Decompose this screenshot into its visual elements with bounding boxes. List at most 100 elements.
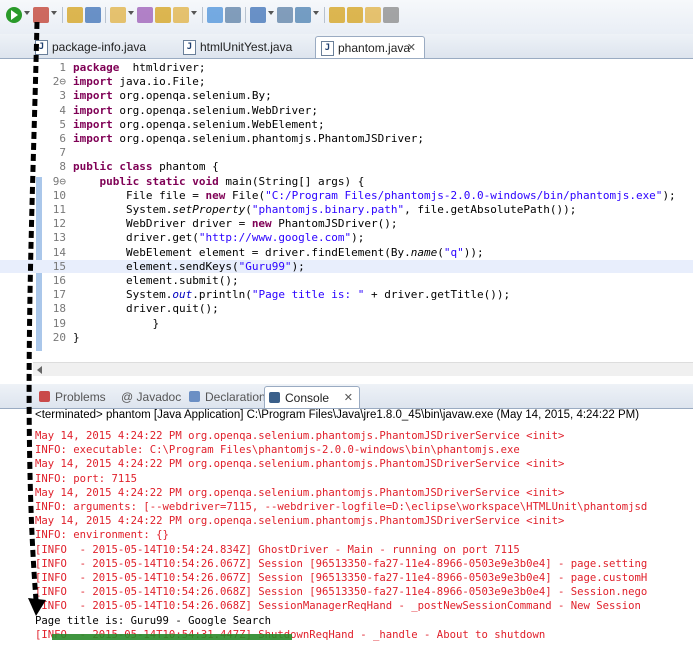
code-token: new (205, 188, 226, 202)
toolbar-separator (105, 7, 106, 23)
code-token: main(String[] args) { (218, 174, 365, 188)
line-number: 14 (52, 245, 66, 259)
java-file-icon: J (35, 40, 48, 55)
code-token: "C:/Program Files/phantomjs-2.0.0-window… (265, 188, 663, 202)
code-editor[interactable]: 1 package htmldriver; 2⊖ import java.io.Fil… (0, 59, 693, 376)
back-icon[interactable] (347, 7, 363, 23)
code-line: 11 System.setProperty("phantomjs.binary.… (0, 203, 693, 216)
code-line: 9⊖ public static void main(String[] args… (0, 175, 693, 188)
editor-tab-bar: Jpackage-info.java JhtmlUnitYest.java Jpha… (0, 34, 693, 59)
code-line: 14 WebElement element = driver.findEleme… (0, 246, 693, 259)
code-token: import (73, 132, 113, 145)
pilcrow-icon[interactable] (225, 7, 241, 23)
line-number: 15 (52, 259, 66, 273)
code-token: org.openqa.selenium.WebElement; (112, 117, 325, 131)
tab-package-info-java[interactable]: Jpackage-info.java (30, 36, 170, 58)
line-number: 5 (59, 117, 66, 131)
code-token: + driver.getTitle()); (364, 288, 511, 302)
code-token: "phantomjs.binary.path" (251, 203, 405, 216)
console-line: May 14, 2015 4:24:22 PM org.openqa.selen… (35, 515, 565, 528)
code-token: out (172, 288, 193, 302)
open-file-icon[interactable] (155, 7, 171, 23)
line-number: 6 (59, 132, 66, 145)
java-file-icon: J (183, 40, 196, 55)
annotation-next-icon[interactable] (295, 7, 311, 23)
line-number: 16 (52, 274, 66, 287)
code-token: name (410, 245, 438, 259)
line-number: 20 (52, 330, 66, 344)
new-package-icon[interactable] (67, 7, 83, 23)
dropdown-arrow-icon[interactable] (128, 11, 134, 15)
tab-htmlunityest-java[interactable]: JhtmlUnitYest.java (178, 36, 308, 58)
open-folder-icon[interactable] (110, 7, 126, 23)
forward-icon[interactable] (365, 7, 381, 23)
console-status-line: <terminated> phantom [Java Application] … (35, 409, 640, 421)
line-number: 9⊖ (52, 174, 66, 188)
toggle-edit-icon[interactable] (207, 7, 223, 23)
code-token: , file.getAbsolutePath()); (404, 203, 577, 216)
view-tab-problems[interactable]: Problems (35, 386, 113, 408)
code-text: WebDriver driver = new PhantomJSDriver()… (73, 217, 398, 230)
code-token: ( (245, 203, 252, 216)
tab-phantom-java[interactable]: Jphantom.java ✕ (315, 36, 425, 58)
line-number: 1 (59, 61, 66, 74)
horizontal-scrollbar[interactable] (33, 362, 693, 376)
annotation-prev-icon[interactable] (329, 7, 345, 23)
console-line: INFO: environment: {} (35, 529, 169, 542)
block-select-icon[interactable] (277, 7, 293, 23)
console-output: May 14, 2015 4:24:22 PM org.openqa.selen… (0, 427, 693, 672)
new-class-icon[interactable] (85, 7, 101, 23)
code-line: 19 } (0, 317, 693, 330)
code-line: 17 System.out.println("Page title is: " … (0, 288, 693, 301)
code-token: public static void (99, 174, 219, 188)
close-icon[interactable]: ✕ (344, 387, 353, 409)
line-number: 8 (59, 160, 66, 174)
line-number: 18 (52, 302, 66, 316)
tab-label: htmlUnitYest.java (200, 40, 293, 54)
view-tab-declaration[interactable]: Declaration (185, 386, 266, 408)
search-icon[interactable] (173, 7, 189, 23)
console-line: [INFO - 2015-05-14T10:54:26.068Z] Sessio… (35, 600, 641, 613)
console-line: May 14, 2015 4:24:22 PM org.openqa.selen… (35, 458, 565, 471)
declaration-icon (189, 391, 200, 402)
problems-icon (39, 391, 50, 402)
scroll-left-icon[interactable] (37, 366, 42, 374)
tab-label: package-info.java (52, 40, 147, 54)
code-token: ); (291, 259, 305, 273)
console-line: [INFO - 2015-05-14T10:54:31.447Z] Shutdo… (35, 628, 546, 641)
show-whitespace-icon[interactable] (250, 7, 266, 23)
run-icon[interactable] (6, 7, 22, 23)
code-token: htmldriver; (119, 61, 206, 74)
code-text: System.setProperty("phantomjs.binary.pat… (73, 203, 576, 216)
code-token: "q" (443, 245, 464, 259)
code-token: public class (73, 160, 153, 174)
line-number: 19 (52, 316, 66, 330)
code-token: PhantomJSDriver(); (271, 217, 398, 231)
code-text: File file = new File("C:/Program Files/p… (73, 189, 676, 202)
pencil-icon[interactable] (137, 7, 153, 23)
dropdown-arrow-icon[interactable] (51, 11, 57, 15)
code-text: element.sendKeys("Guru99"); (73, 260, 305, 273)
code-text: import org.openqa.selenium.WebElement; (73, 118, 325, 131)
console-line: [INFO - 2015-05-14T10:54:24.834Z] GhostD… (35, 543, 520, 556)
code-token: .println( (192, 288, 252, 302)
tab-label: phantom.java (338, 41, 411, 55)
close-icon[interactable]: ✕ (407, 37, 416, 59)
dropdown-arrow-icon[interactable] (268, 11, 274, 15)
code-token: org.openqa.selenium.phantomjs.PhantomJSD… (112, 132, 425, 145)
dropdown-arrow-icon[interactable] (313, 11, 319, 15)
dropdown-arrow-icon[interactable] (191, 11, 197, 15)
code-token: )); (463, 245, 484, 259)
view-tab-console[interactable]: Console ✕ (264, 386, 360, 408)
code-text: System.out.println("Page title is: " + d… (73, 288, 510, 301)
dropdown-icon[interactable] (383, 7, 399, 23)
toolbar-separator (202, 7, 203, 23)
dropdown-arrow-icon[interactable] (24, 11, 30, 15)
line-number: 12 (52, 217, 66, 231)
debug-icon[interactable] (33, 7, 49, 23)
code-line: 13 driver.get("http://www.google.com"); (0, 231, 693, 244)
code-text: } (73, 317, 159, 330)
view-tab-javadoc[interactable]: @ Javadoc (117, 386, 181, 408)
code-token: } (73, 316, 160, 330)
